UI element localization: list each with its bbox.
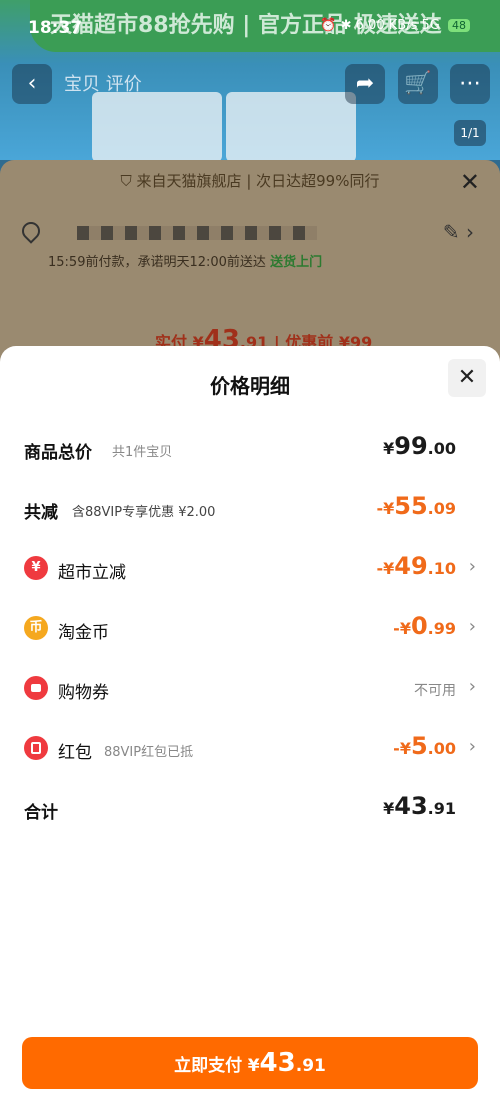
row-label: 淘金币 [58,623,109,643]
row-grand-total: 合计 ¥43.91 [24,788,476,828]
more-icon: ⋯ [459,71,481,96]
share-icon: ➦ [355,71,375,96]
chevron-right-icon: › [468,616,476,637]
row-value: -¥0.99 [393,612,456,640]
row-value: ¥99.00 [383,432,456,460]
location-pin-icon [18,218,44,244]
pay-button-label: 立即支付 [174,1056,243,1076]
chevron-right-icon: › [468,556,476,577]
row-shopping-voucher[interactable]: 购物券 不可用 › [24,668,476,708]
signal-5g-icon: 5G [421,18,440,33]
row-value: -¥49.10 [376,552,456,580]
row-taobao-coins[interactable]: 币 淘金币 -¥0.99 › [24,608,476,648]
shield-icon: ⛉ [120,172,132,190]
product-image [92,92,222,162]
delivery-promise-text: 15:59前付款，承诺明天12:00前送达 [48,255,266,270]
price-detail-sheet: 价格明细 ✕ 商品总价 共1件宝贝 ¥99.00 共减 含88VIP专享优惠 ¥… [0,346,500,1111]
row-sub: 88VIP红包已抵 [104,745,194,760]
row-sub: 含88VIP专享优惠 ¥2.00 [72,505,216,520]
product-image [226,92,356,162]
row-value: ¥43.91 [383,792,456,820]
delivery-mode-link[interactable]: 送货上门 [270,255,322,270]
bluetooth-icon: ✱ [340,18,352,33]
ticket-icon [24,676,48,700]
pay-button-int: 43 [259,1048,296,1078]
row-label: 共减 [24,503,58,523]
share-button[interactable]: ➦ [345,64,385,104]
row-red-packet[interactable]: 红包 88VIP红包已抵 -¥5.00 › [24,728,476,768]
status-time: 18:37 [28,18,83,38]
row-label: 超市立减 [58,563,126,583]
chevron-right-icon: ✎ › [442,220,474,244]
status-icons: ⏰ ✱ 6.00 KB/s 5G 48 [320,18,470,33]
battery-icon: 48 [448,19,470,32]
row-label: 购物券 [58,683,109,703]
close-button[interactable]: ✕ [448,359,486,397]
sheet-title: 价格明细 [210,374,290,398]
row-sub: 共1件宝贝 [112,445,173,460]
row-label: 红包 [58,743,92,763]
close-icon[interactable]: ✕ [460,168,480,196]
pay-button-currency: ¥ [247,1056,260,1076]
row-value: -¥5.00 [393,732,456,760]
alarm-icon: ⏰ [320,18,337,33]
row-total-discount: 共减 含88VIP专享优惠 ¥2.00 -¥55.09 [24,488,476,528]
shop-notice-text: 来自天猫旗舰店 | 次日达超99%同行 [136,172,380,190]
row-value: 不可用 [414,683,456,699]
row-label: 合计 [24,803,58,823]
back-button[interactable]: ‹ [12,64,52,104]
yuan-coupon-icon: ¥ [24,556,48,580]
pay-button-dec: .91 [295,1056,326,1076]
image-counter: 1/1 [454,120,486,146]
chevron-right-icon: › [468,676,476,697]
cart-button[interactable]: 🛒 [398,64,438,104]
row-label: 商品总价 [24,443,92,463]
chevron-left-icon: ‹ [27,71,37,96]
row-value: -¥55.09 [376,492,456,520]
red-packet-icon [24,736,48,760]
delivery-promise: 15:59前付款，承诺明天12:00前送达 送货上门 [48,250,448,276]
status-bar: 18:37 ⏰ ✱ 6.00 KB/s 5G 48 [0,0,500,52]
cart-icon: 🛒 [404,71,432,96]
shop-notice: ⛉ 来自天猫旗舰店 | 次日达超99%同行 [0,170,500,191]
coin-icon: 币 [24,616,48,640]
data-speed-icon: 6.00 KB/s [355,18,418,33]
row-total-price: 商品总价 共1件宝贝 ¥99.00 [24,428,476,468]
chevron-right-icon: › [468,736,476,757]
address-text-redacted [77,226,317,240]
more-button[interactable]: ⋯ [450,64,490,104]
row-supermarket-discount[interactable]: ¥ 超市立减 -¥49.10 › [24,548,476,588]
close-icon: ✕ [457,365,477,390]
pay-now-button[interactable]: 立即支付 ¥43.91 [22,1037,478,1089]
address-row[interactable]: ✎ › [18,218,482,248]
